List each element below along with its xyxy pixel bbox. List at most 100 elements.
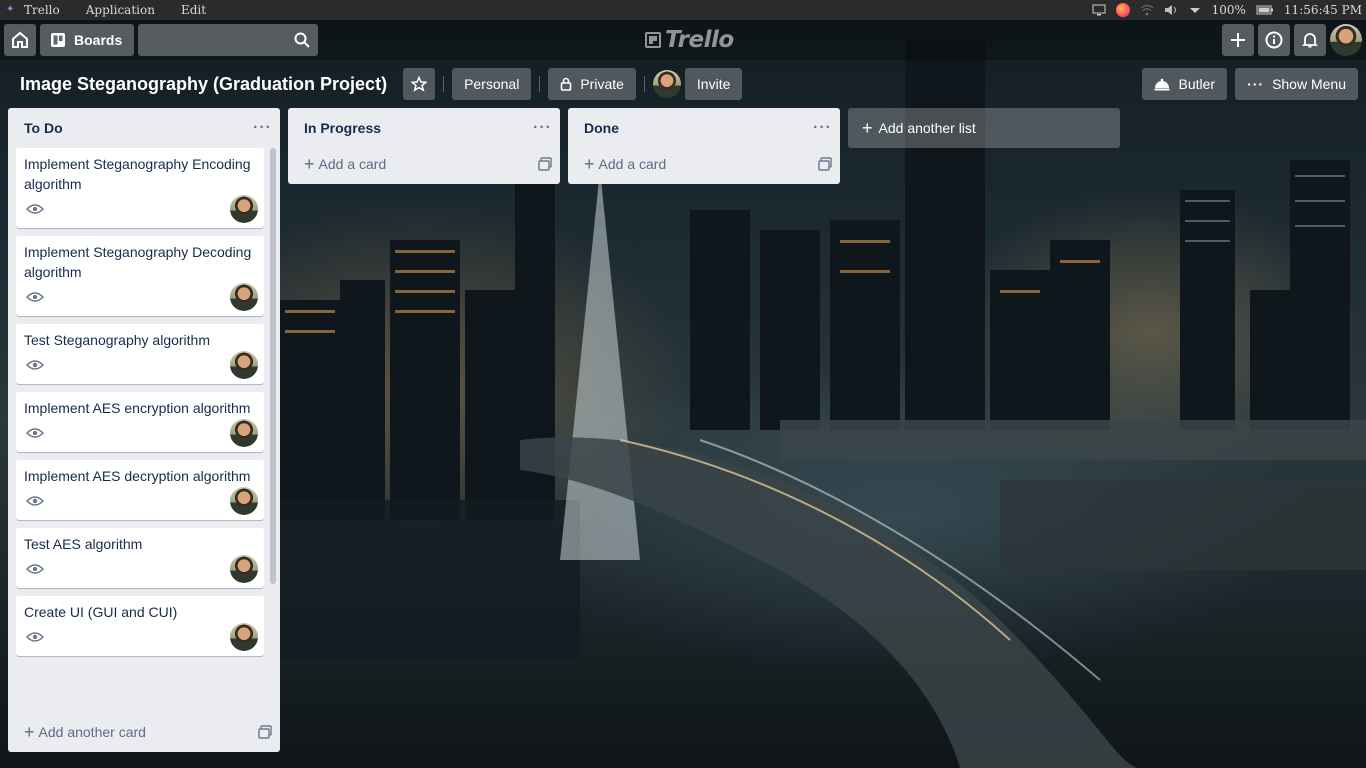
- battery-icon[interactable]: [1256, 4, 1274, 16]
- card-template-icon[interactable]: [258, 725, 272, 739]
- card[interactable]: Implement AES encryption algorithm: [16, 392, 264, 452]
- trello-logo[interactable]: Trello: [645, 26, 734, 54]
- bell-icon: [1302, 33, 1318, 48]
- board-title[interactable]: Image Steganography (Graduation Project): [20, 74, 387, 95]
- eye-icon: [26, 204, 44, 214]
- firefox-icon[interactable]: [1115, 3, 1130, 17]
- card-member-avatar[interactable]: [230, 555, 258, 583]
- show-menu-label: Show Menu: [1272, 76, 1346, 92]
- card-member-avatar[interactable]: [230, 623, 258, 651]
- list-menu-ellipsis-icon[interactable]: ···: [533, 120, 552, 136]
- lock-icon: [561, 77, 572, 91]
- list-in-progress[interactable]: In Progress ··· + Add a card: [288, 108, 560, 184]
- card-title: Test AES algorithm: [24, 536, 143, 552]
- eye-icon: [26, 564, 44, 574]
- star-icon: [411, 76, 428, 92]
- list-header[interactable]: To Do ···: [8, 108, 280, 148]
- os-menu-application[interactable]: Application: [86, 3, 155, 17]
- star-board-button[interactable]: [403, 68, 436, 100]
- eye-icon: [26, 632, 44, 642]
- list-title[interactable]: In Progress: [304, 120, 381, 136]
- volume-icon[interactable]: [1164, 4, 1178, 16]
- search-box[interactable]: [138, 24, 319, 56]
- add-card-label: Add another card: [38, 724, 146, 740]
- add-card-button[interactable]: + Add a card: [288, 144, 560, 184]
- list-to-do[interactable]: To Do ··· Implement Steganography Encodi…: [8, 108, 280, 752]
- card-badges: [24, 282, 258, 312]
- dropdown-caret-icon[interactable]: [1188, 4, 1202, 16]
- card-template-icon[interactable]: [818, 157, 832, 171]
- card[interactable]: Implement Steganography Decoding algorit…: [16, 236, 264, 316]
- search-input[interactable]: [138, 32, 279, 48]
- card[interactable]: Implement AES decryption algorithm: [16, 460, 264, 520]
- list-menu-ellipsis-icon[interactable]: ···: [813, 120, 832, 136]
- card-member-avatar[interactable]: [230, 351, 258, 379]
- search-icon[interactable]: [294, 32, 310, 48]
- trello-header: Boards Trello: [0, 20, 1366, 60]
- card-member-avatar[interactable]: [230, 419, 258, 447]
- info-button[interactable]: [1258, 24, 1290, 56]
- list-header[interactable]: In Progress ···: [288, 108, 560, 148]
- eye-icon: [26, 428, 44, 438]
- plus-icon: +: [304, 154, 315, 174]
- privacy-button[interactable]: Private: [548, 68, 636, 100]
- os-app-name[interactable]: Trello: [24, 3, 60, 17]
- list-title[interactable]: Done: [584, 120, 619, 136]
- create-button[interactable]: [1222, 24, 1254, 56]
- home-button[interactable]: [4, 24, 36, 56]
- home-icon: [12, 31, 28, 48]
- os-menu-edit[interactable]: Edit: [181, 3, 206, 17]
- team-visibility-button[interactable]: Personal: [452, 68, 532, 100]
- list-menu-ellipsis-icon[interactable]: ···: [253, 120, 272, 136]
- plus-icon: +: [862, 118, 873, 138]
- battery-percent: 100%: [1211, 3, 1246, 17]
- show-menu-button[interactable]: ··· Show Menu: [1235, 68, 1358, 100]
- add-card-button[interactable]: + Add a card: [568, 144, 840, 184]
- boards-button[interactable]: Boards: [40, 24, 135, 56]
- card-title: Create UI (GUI and CUI): [24, 604, 178, 620]
- notifications-button[interactable]: [1294, 24, 1326, 56]
- list-done[interactable]: Done ··· + Add a card: [568, 108, 840, 184]
- ellipsis-icon: ···: [1247, 76, 1265, 92]
- card-title: Test Steganography algorithm: [24, 332, 210, 348]
- invite-button[interactable]: Invite: [684, 68, 743, 100]
- eye-icon: [26, 292, 44, 302]
- clock[interactable]: 11:56:45 PM: [1284, 3, 1362, 17]
- boards-icon: [51, 33, 65, 47]
- add-list-button[interactable]: + Add another list: [848, 108, 1120, 148]
- card[interactable]: Test Steganography algorithm: [16, 324, 264, 384]
- card-badges: [24, 622, 258, 652]
- card-title: Implement AES decryption algorithm: [24, 468, 251, 484]
- app-launcher-icon[interactable]: ✦: [6, 5, 16, 15]
- card-member-avatar[interactable]: [230, 195, 258, 223]
- card-badges: [24, 350, 258, 380]
- add-card-button[interactable]: + Add another card: [8, 712, 280, 752]
- card[interactable]: Create UI (GUI and CUI): [16, 596, 264, 656]
- card[interactable]: Implement Steganography Encoding algorit…: [16, 148, 264, 228]
- card-template-icon[interactable]: [538, 157, 552, 171]
- plus-icon: +: [24, 722, 35, 742]
- trello-logo-icon: [645, 32, 661, 48]
- card-title: Implement Steganography Encoding algorit…: [24, 156, 251, 192]
- card[interactable]: Test AES algorithm: [16, 528, 264, 588]
- card-badges: [24, 418, 258, 448]
- list-title[interactable]: To Do: [24, 120, 63, 136]
- card-title: Implement AES encryption algorithm: [24, 400, 251, 416]
- card-member-avatar[interactable]: [230, 283, 258, 311]
- member-avatar[interactable]: [652, 70, 681, 98]
- wifi-icon[interactable]: [1140, 4, 1154, 16]
- trello-logo-text: Trello: [665, 27, 734, 53]
- card-member-avatar[interactable]: [230, 487, 258, 515]
- plus-icon: [1231, 33, 1245, 47]
- eye-icon: [26, 496, 44, 506]
- display-icon[interactable]: [1092, 4, 1106, 16]
- list-header[interactable]: Done ···: [568, 108, 840, 148]
- board-header: Image Steganography (Graduation Project)…: [0, 64, 1366, 104]
- add-list-label: Add another list: [878, 120, 976, 136]
- user-avatar[interactable]: [1330, 24, 1362, 56]
- separator: [443, 76, 445, 92]
- add-card-label: Add a card: [598, 156, 667, 172]
- butler-button[interactable]: Butler: [1142, 68, 1228, 100]
- card-badges: [24, 554, 258, 584]
- team-visibility-label: Personal: [464, 76, 520, 92]
